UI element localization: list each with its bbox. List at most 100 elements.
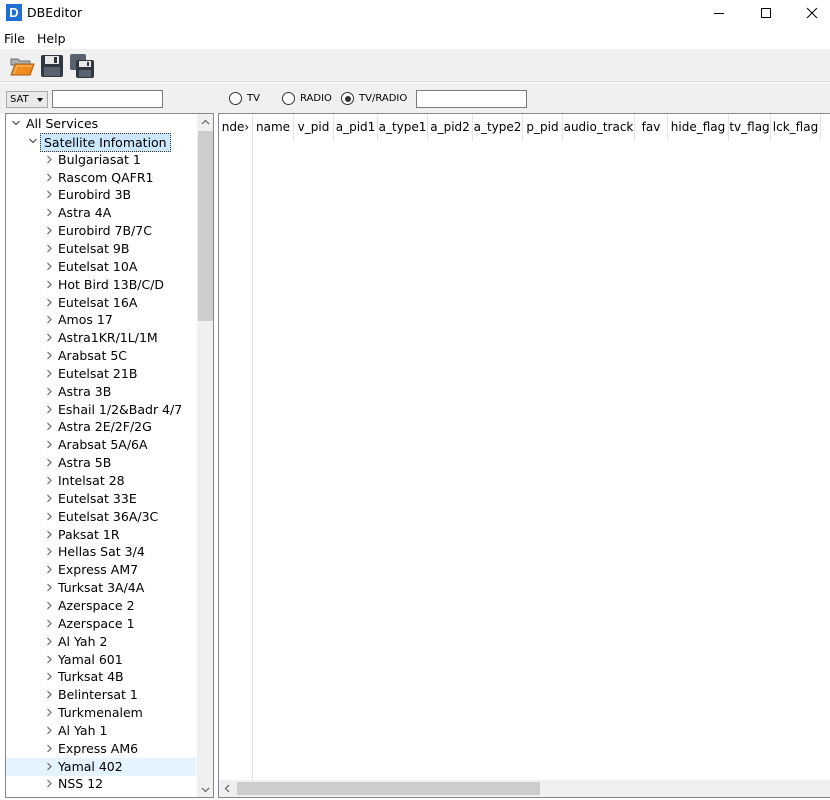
grid-column-header[interactable]: nde› — [219, 114, 253, 141]
scroll-left-icon[interactable] — [223, 784, 232, 793]
chevron-right-icon[interactable] — [44, 151, 54, 168]
tree-root-all-services[interactable]: All Services — [6, 115, 196, 133]
chevron-right-icon[interactable] — [44, 169, 54, 186]
save-all-button[interactable] — [69, 53, 95, 79]
grid-column-header[interactable]: fav — [635, 114, 668, 141]
tree-item-satellite[interactable]: Astra 3B — [6, 383, 196, 401]
grid-column-header[interactable]: a_type1 — [378, 114, 428, 141]
tree-item-satellite[interactable]: Express AM7 — [6, 561, 196, 579]
tree-item-satellite[interactable]: Eutelsat 10A — [6, 258, 196, 276]
grid-column-header[interactable]: a_pid1 — [334, 114, 378, 141]
chevron-right-icon[interactable] — [44, 383, 54, 400]
maximize-button[interactable] — [743, 0, 789, 26]
chevron-right-icon[interactable] — [44, 329, 54, 346]
tree-item-satellite[interactable]: NSS 12 — [6, 775, 196, 793]
tree-item-satellite[interactable]: Eutelsat 33E — [6, 490, 196, 508]
tree-item-satellite[interactable]: Rascom QAFR1 — [6, 169, 196, 187]
chevron-right-icon[interactable] — [44, 651, 54, 668]
tree-item-satellite[interactable]: Eutelsat 9B — [6, 240, 196, 258]
grid-column-header[interactable]: a_type2 — [473, 114, 523, 141]
chevron-down-icon[interactable] — [28, 133, 38, 150]
search-input[interactable] — [416, 90, 527, 108]
tree-item-satellite[interactable]: Astra1KR/1L/1M — [6, 329, 196, 347]
chevron-right-icon[interactable] — [44, 633, 54, 650]
tree-item-satellite[interactable]: Turksat 3A/4A — [6, 579, 196, 597]
chevron-right-icon[interactable] — [44, 418, 54, 435]
radio-tv-indicator[interactable] — [229, 92, 242, 105]
radio-radio[interactable]: RADIO — [282, 92, 332, 105]
tree-item-satellite[interactable]: Paksat 1R — [6, 526, 196, 544]
tree-item-satellite[interactable]: Turksat 4B — [6, 668, 196, 686]
chevron-right-icon[interactable] — [44, 454, 54, 471]
chevron-right-icon[interactable] — [44, 490, 54, 507]
radio-radio-indicator[interactable] — [282, 92, 295, 105]
chevron-down-icon[interactable] — [11, 115, 21, 132]
chevron-right-icon[interactable] — [44, 615, 54, 632]
grid-column-header[interactable]: a_pid2 — [428, 114, 473, 141]
tree-item-satellite[interactable]: Astra 2E/2F/2G — [6, 418, 196, 436]
radio-tvradio[interactable]: TV/RADIO — [341, 92, 407, 105]
grid-column-header[interactable]: tv_flag — [729, 114, 771, 141]
chevron-right-icon[interactable] — [44, 186, 54, 203]
scroll-down-icon[interactable] — [201, 785, 210, 794]
chevron-right-icon[interactable] — [44, 543, 54, 560]
sat-dropdown[interactable]: SAT — [6, 91, 48, 108]
grid-column-header[interactable]: p_pid — [523, 114, 563, 141]
chevron-right-icon[interactable] — [44, 597, 54, 614]
open-button[interactable] — [9, 53, 35, 79]
sat-filter-input[interactable] — [52, 90, 163, 108]
radio-tvradio-indicator[interactable] — [341, 92, 354, 105]
chevron-right-icon[interactable] — [44, 436, 54, 453]
tree-item-satellite[interactable]: Arabsat 5A/6A — [6, 436, 196, 454]
tree-item-satellite[interactable]: Al Yah 1 — [6, 722, 196, 740]
chevron-right-icon[interactable] — [44, 508, 54, 525]
menu-help[interactable]: Help — [37, 31, 66, 46]
grid-column-header[interactable]: hide_flag — [668, 114, 729, 141]
tree-item-satellite[interactable]: Azerspace 1 — [6, 615, 196, 633]
tree-item-satellite[interactable]: Eutelsat 36A/3C — [6, 508, 196, 526]
tree-item-satellite[interactable]: Hellas Sat 3/4 — [6, 543, 196, 561]
save-button[interactable] — [39, 53, 65, 79]
tree-scroll-thumb[interactable] — [198, 131, 213, 321]
chevron-right-icon[interactable] — [44, 704, 54, 721]
tree-item-satellite[interactable]: Turkmenalem — [6, 704, 196, 722]
tree-item-satellite[interactable]: Astra 5B — [6, 454, 196, 472]
chevron-right-icon[interactable] — [44, 401, 54, 418]
tree-item-satellite[interactable]: Arabsat 5C — [6, 347, 196, 365]
chevron-right-icon[interactable] — [44, 258, 54, 275]
tree-item-satellite[interactable]: Eutelsat 21B — [6, 365, 196, 383]
chevron-right-icon[interactable] — [44, 365, 54, 382]
tree-item-satellite[interactable]: Express AM6 — [6, 740, 196, 758]
tree-item-satellite[interactable]: Amos 17 — [6, 311, 196, 329]
tree-item-satellite[interactable]: Azerspace 2 — [6, 597, 196, 615]
chevron-right-icon[interactable] — [44, 347, 54, 364]
tree-item-satellite[interactable]: Al Yah 2 — [6, 633, 196, 651]
tree-item-satellite[interactable]: Eutelsat 16A — [6, 294, 196, 312]
tree-item-satellite[interactable]: Bulgariasat 1 — [6, 151, 196, 169]
tree-item-satellite[interactable]: Yamal 402 — [6, 757, 196, 776]
scroll-up-icon[interactable] — [201, 118, 210, 127]
grid-column-header[interactable]: audio_track — [563, 114, 635, 141]
chevron-right-icon[interactable] — [44, 722, 54, 739]
chevron-right-icon[interactable] — [44, 561, 54, 578]
tree-vertical-scrollbar[interactable] — [197, 114, 213, 797]
chevron-right-icon[interactable] — [44, 526, 54, 543]
menu-file[interactable]: File — [4, 31, 25, 46]
tree-item-satellite[interactable]: Yamal 601 — [6, 651, 196, 669]
radio-tv[interactable]: TV — [229, 92, 260, 105]
tree-item-satellite[interactable]: Eshail 1/2&Badr 4/7 — [6, 401, 196, 419]
chevron-right-icon[interactable] — [44, 204, 54, 221]
chevron-right-icon[interactable] — [44, 276, 54, 293]
chevron-right-icon[interactable] — [44, 758, 54, 775]
close-button[interactable] — [789, 0, 830, 26]
chevron-right-icon[interactable] — [44, 579, 54, 596]
tree-item-satellite[interactable]: Eurobird 3B — [6, 186, 196, 204]
chevron-right-icon[interactable] — [44, 668, 54, 685]
tree-group-satellite-info[interactable]: Satellite Infomation — [6, 132, 196, 152]
grid-column-header[interactable]: lck_flag — [771, 114, 821, 141]
chevron-right-icon[interactable] — [44, 775, 54, 792]
grid-horizontal-scrollbar[interactable] — [219, 780, 830, 797]
tree-item-satellite[interactable]: Intelsat 28 — [6, 472, 196, 490]
channel-grid[interactable]: nde› name v_pid a_pid1 a_type1 a_pid2 a_type2 p… — [218, 113, 830, 798]
tree-item-satellite[interactable]: Hot Bird 13B/C/D — [6, 276, 196, 294]
